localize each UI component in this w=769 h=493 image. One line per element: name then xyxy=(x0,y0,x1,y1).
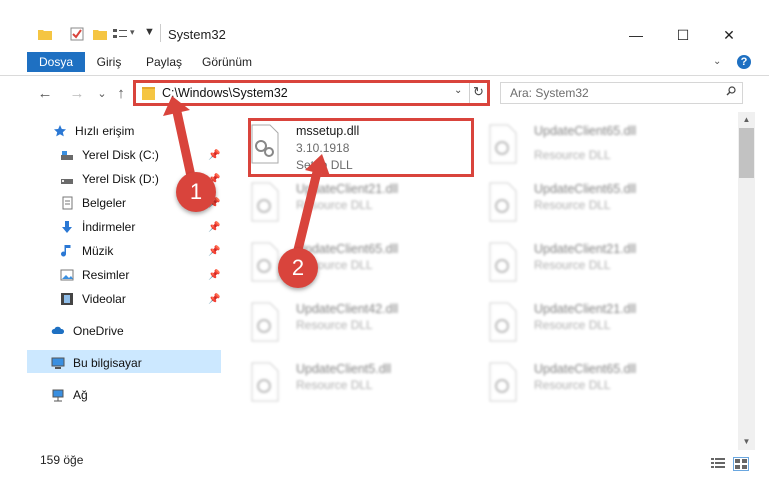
explorer-window: ▾ ▼ System32 — ☐ ✕ Dosya Giriş Paylaş Gö… xyxy=(0,0,769,493)
annotation-marker-2: 2 xyxy=(278,248,318,288)
annotation-arrows xyxy=(163,96,330,263)
annotation-marker-1: 1 xyxy=(176,172,216,212)
